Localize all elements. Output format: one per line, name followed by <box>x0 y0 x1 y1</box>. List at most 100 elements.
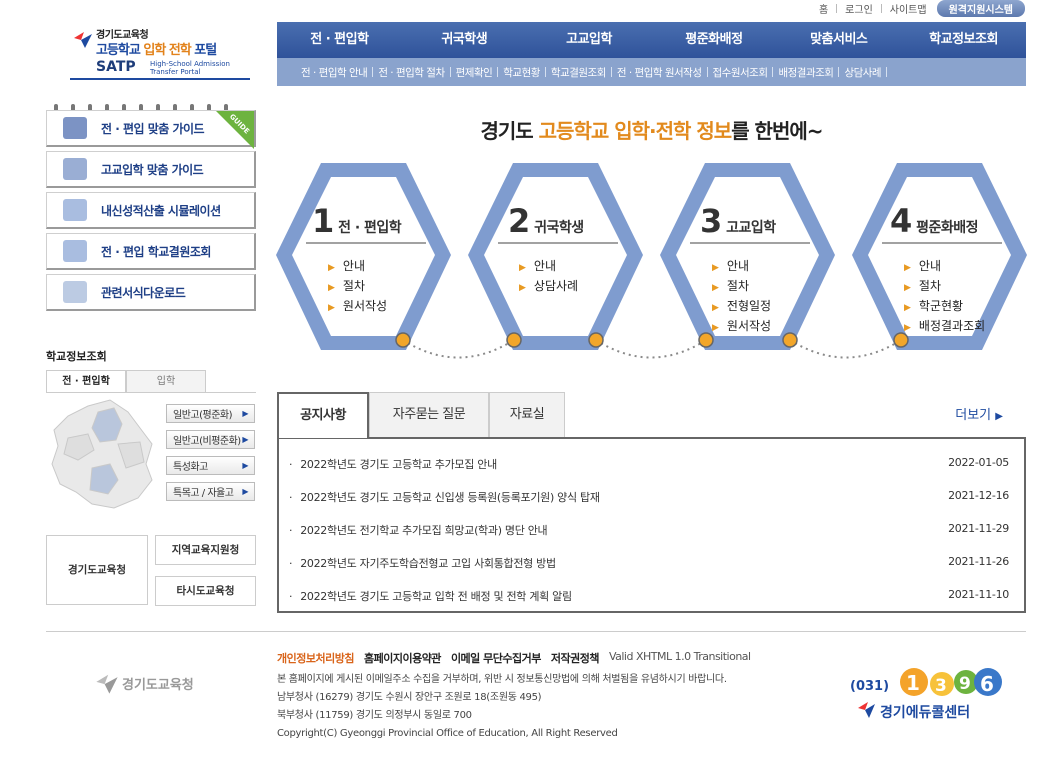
quick-menu: 전 · 편입 맞춤 가이드 GUIDE 고교입학 맞춤 가이드 내신성적산출 시… <box>46 104 256 315</box>
gyeonggi-logo-icon <box>74 32 92 48</box>
sitemap-link[interactable]: 사이트맵 <box>890 1 927 16</box>
svg-text:1: 1 <box>906 671 920 695</box>
document-icon <box>63 117 87 139</box>
btn-general-nonequalized[interactable]: 일반고(비평준화) ▶ <box>166 430 255 449</box>
home-link[interactable]: 홈 <box>819 1 828 16</box>
hex-link[interactable]: 배정결과조회 <box>904 317 985 337</box>
portal-title: 고등학교 입학 전학 포털 <box>96 43 217 58</box>
quick-admission-guide[interactable]: 고교입학 맞춤 가이드 <box>46 151 256 188</box>
download-icon <box>63 281 87 303</box>
hex-returnee[interactable]: 2 귀국학생 <box>508 202 584 240</box>
hex-assignment[interactable]: 4 평준화배정 <box>890 202 978 240</box>
remote-support-button[interactable]: 원격지원시스템 <box>936 0 1025 17</box>
main-nav: 전 · 편입학 귀국학생 고교입학 평준화배정 맞춤서비스 학교정보조회 <box>277 22 1026 58</box>
list-item[interactable]: 2022학년도 자기주도학습전형교 고입 사회통합전형 방법2021-11-26 <box>289 555 1009 571</box>
hex-returnee-items: 안내 상담사례 <box>519 257 578 297</box>
tab-transfer[interactable]: 전 · 편입학 <box>46 370 126 393</box>
main-heading: 경기도 고등학교 입학·전학 정보를 한번에~ <box>480 119 823 143</box>
arrow-right-icon: ▶ <box>995 411 1003 422</box>
list-item[interactable]: 2022학년도 경기도 고등학교 입학 전 배정 및 전학 계획 알림2021-… <box>289 588 1009 604</box>
quick-transfer-guide[interactable]: 전 · 편입 맞춤 가이드 GUIDE <box>46 110 256 149</box>
hex-link[interactable]: 절차 <box>328 277 387 297</box>
email-refusal-link[interactable]: 이메일 무단수집거부 <box>451 650 541 666</box>
footer-logo: 경기도교육청 <box>92 670 194 696</box>
more-link[interactable]: 더보기 ▶ <box>955 404 1003 423</box>
nav-school-info[interactable]: 학교정보조회 <box>901 22 1026 58</box>
local-office-link[interactable]: 지역교육지원청 <box>155 535 256 565</box>
hex-transfer-items: 안내 절차 원서작성 <box>328 257 387 317</box>
subnav-item[interactable]: 학교현황 <box>503 65 540 80</box>
hex-link[interactable]: 안내 <box>519 257 578 277</box>
hex-link[interactable]: 원서작성 <box>328 297 387 317</box>
tab-faq[interactable]: 자주묻는 질문 <box>369 392 489 437</box>
category-hexes: 1 전 · 편입학 안내 절차 원서작성 2 귀국학생 안내 상담사례 3 고교… <box>276 160 1028 370</box>
hex-link[interactable]: 절차 <box>712 277 771 297</box>
list-item[interactable]: 2022학년도 경기도 고등학교 추가모집 안내2022-01-05 <box>289 456 1009 472</box>
nav-returnee[interactable]: 귀국학생 <box>402 22 527 58</box>
copyright-link[interactable]: 저작권정책 <box>551 650 600 666</box>
xhtml-badge[interactable]: Valid XHTML 1.0 Transitional <box>609 650 751 666</box>
quick-form-download[interactable]: 관련서식다운로드 <box>46 274 256 311</box>
calculator-icon <box>63 199 87 221</box>
tab-admission[interactable]: 입학 <box>126 370 206 393</box>
edu-call-center: (031) 1 3 9 6 경기에듀콜센터 <box>848 650 1008 725</box>
hex-link[interactable]: 전형일정 <box>712 297 771 317</box>
tab-notice[interactable]: 공지사항 <box>277 392 369 438</box>
site-logo[interactable]: 경기도교육청 고등학교 입학 전학 포털 SATP High-School Ad… <box>70 26 250 82</box>
school-info-tabs: 전 · 편입학 입학 <box>46 370 206 393</box>
school-info-title: 학교정보조회 <box>46 350 107 363</box>
search-school-icon <box>63 240 87 262</box>
utility-nav: 홈 로그인 사이트맵 원격지원시스템 <box>819 0 1025 17</box>
nav-transfer[interactable]: 전 · 편입학 <box>277 22 402 58</box>
quick-grade-simulation[interactable]: 내신성적산출 시뮬레이션 <box>46 192 256 229</box>
gyeonggi-logo-icon <box>96 674 118 694</box>
hex-link[interactable]: 상담사례 <box>519 277 578 297</box>
hex-admission-items: 안내 절차 전형일정 원서작성 <box>712 257 771 337</box>
btn-general-equalized[interactable]: 일반고(평준화) ▶ <box>166 404 255 423</box>
gyeonggi-map[interactable] <box>48 398 158 512</box>
hex-admission[interactable]: 3 고교입학 <box>700 202 776 240</box>
subnav-item[interactable]: 접수원서조회 <box>713 65 768 80</box>
list-item[interactable]: 2022학년도 경기도 고등학교 신입생 등록원(등록포기원) 양식 탑재202… <box>289 489 1009 505</box>
btn-specialized[interactable]: 특성화고 ▶ <box>166 456 255 475</box>
nav-assignment[interactable]: 평준화배정 <box>651 22 776 58</box>
terms-link[interactable]: 홈페이지이용약관 <box>364 650 441 666</box>
subnav-item[interactable]: 전 · 편입학 원서작성 <box>617 65 702 80</box>
tab-archive[interactable]: 자료실 <box>489 392 565 437</box>
svg-text:(031): (031) <box>850 679 889 694</box>
other-office-link[interactable]: 타시도교육청 <box>155 576 256 606</box>
quick-vacancy-search[interactable]: 전 · 편입 학교결원조회 <box>46 233 256 270</box>
btn-special-purpose[interactable]: 특목고 / 자율고 ▶ <box>166 482 255 501</box>
privacy-link[interactable]: 개인정보처리방침 <box>277 650 354 666</box>
svg-text:9: 9 <box>959 674 971 694</box>
hex-link[interactable]: 안내 <box>904 257 985 277</box>
nav-custom[interactable]: 맞춤서비스 <box>776 22 901 58</box>
hex-link[interactable]: 절차 <box>904 277 985 297</box>
subnav-item[interactable]: 전 · 편입학 안내 <box>301 65 368 80</box>
login-link[interactable]: 로그인 <box>845 1 873 16</box>
hex-assignment-items: 안내 절차 학군현황 배정결과조회 <box>904 257 985 337</box>
notice-list: 2022학년도 경기도 고등학교 추가모집 안내2022-01-05 2022학… <box>277 437 1026 613</box>
hex-link[interactable]: 학군현황 <box>904 297 985 317</box>
svg-text:경기에듀콜센터: 경기에듀콜센터 <box>880 704 970 721</box>
gyeonggi-office-link[interactable]: 경기도교육청 <box>46 535 148 605</box>
hex-transfer[interactable]: 1 전 · 편입학 <box>312 202 402 240</box>
sub-nav: 전 · 편입학 안내 전 · 편입학 절차 편제확인 학교현황 학교결원조회 전… <box>277 58 1026 86</box>
subnav-item[interactable]: 배정결과조회 <box>778 65 833 80</box>
svg-text:6: 6 <box>980 672 994 696</box>
hex-link[interactable]: 원서작성 <box>712 317 771 337</box>
footer-info: 본 홈페이지에 게시된 이메일주소 수집을 거부하며, 위반 시 정보통신망법에… <box>277 674 727 739</box>
footer-links: 개인정보처리방침 홈페이지이용약관 이메일 무단수집거부 저작권정책 Valid… <box>277 650 761 666</box>
subnav-item[interactable]: 상담사례 <box>844 65 881 80</box>
hex-link[interactable]: 안내 <box>712 257 771 277</box>
subnav-item[interactable]: 전 · 편입학 절차 <box>378 65 445 80</box>
subnav-item[interactable]: 학교결원조회 <box>551 65 606 80</box>
svg-text:3: 3 <box>935 676 947 696</box>
list-item[interactable]: 2022학년도 전기학교 추가모집 희망교(학과) 명단 안내2021-11-2… <box>289 522 1009 538</box>
subnav-item[interactable]: 편제확인 <box>456 65 493 80</box>
call-center-graphic: (031) 1 3 9 6 경기에듀콜센터 <box>850 668 1002 721</box>
satp-mark: SATP <box>96 59 136 75</box>
hex-link[interactable]: 안내 <box>328 257 387 277</box>
nav-admission[interactable]: 고교입학 <box>527 22 652 58</box>
school-type-buttons: 일반고(평준화) ▶ 일반고(비평준화) ▶ 특성화고 ▶ 특목고 / 자율고 ▶ <box>166 404 255 508</box>
